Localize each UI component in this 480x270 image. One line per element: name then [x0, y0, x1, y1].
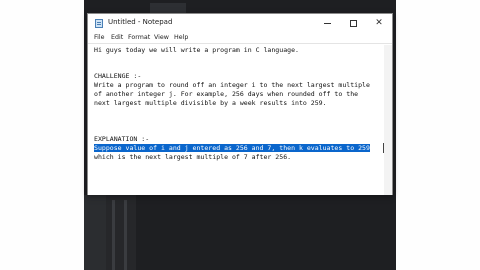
ide-tab: [150, 3, 186, 13]
ide-sidebar: [84, 195, 106, 270]
editor-line: next largest multiple divisible by a wee…: [94, 99, 327, 107]
menu-file[interactable]: File: [94, 34, 105, 41]
text-editor[interactable]: Hi guys today we will write a program in…: [88, 45, 384, 195]
text-cursor-icon: [383, 143, 384, 153]
minimize-icon: [323, 23, 331, 24]
menu-edit[interactable]: Edit: [111, 34, 123, 41]
maximize-button[interactable]: [340, 14, 366, 33]
notepad-icon: [95, 19, 103, 28]
window-title: Untitled - Notepad: [108, 18, 173, 26]
maximize-icon: [349, 20, 357, 27]
vertical-scrollbar[interactable]: [384, 45, 392, 195]
ide-indent-guide: [112, 200, 115, 270]
close-button[interactable]: ✕: [366, 14, 392, 33]
editor-line: Write a program to round off an integer …: [94, 81, 370, 89]
editor-line: CHALLENGE :-: [94, 72, 142, 80]
menu-format[interactable]: Format: [128, 34, 150, 41]
menu-help[interactable]: Help: [174, 34, 188, 41]
ide-gutter: [106, 195, 136, 270]
close-icon: ✕: [375, 18, 383, 28]
editor-line: which is the next largest multiple of 7 …: [94, 153, 292, 161]
text-selection: Suppose value of i and j entered as 256 …: [94, 144, 370, 152]
editor-line: Hi guys today we will write a program in…: [94, 46, 299, 54]
notepad-window: Untitled - Notepad ✕ File Edit Format Vi…: [87, 13, 393, 195]
editor-line-selected: Suppose value of i and j entered as 256 …: [94, 144, 370, 153]
ide-indent-guide: [124, 200, 127, 270]
editor-line: of another integer j. For example, 256 d…: [94, 90, 359, 98]
title-bar[interactable]: Untitled - Notepad ✕: [88, 14, 392, 33]
editor-line: EXPLANATION :-: [94, 135, 150, 143]
menu-bar: File Edit Format View Help: [88, 33, 392, 44]
menu-view[interactable]: View: [154, 34, 169, 41]
minimize-button[interactable]: [314, 14, 340, 33]
